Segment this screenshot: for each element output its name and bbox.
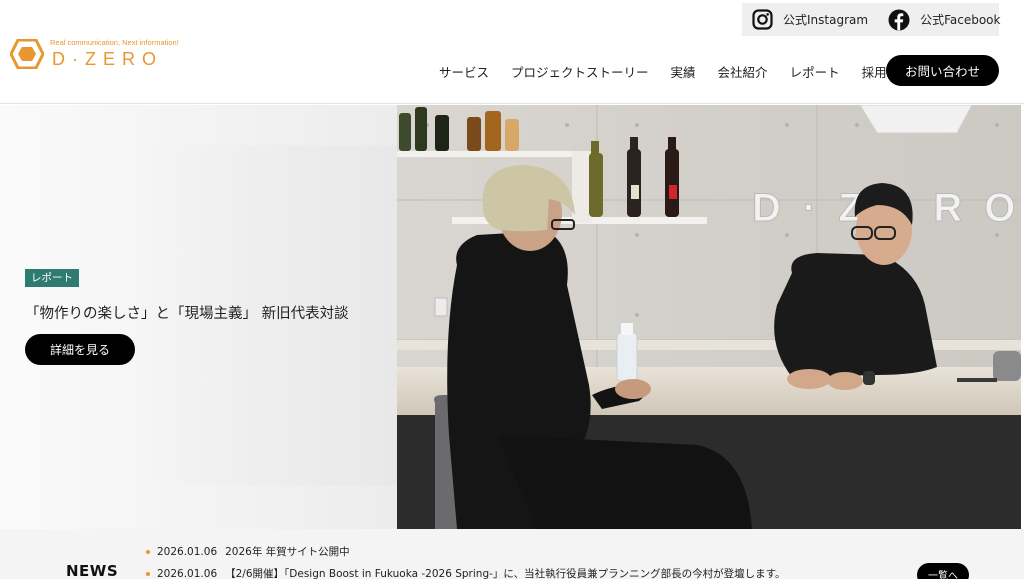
facebook-icon — [888, 9, 910, 30]
contact-button[interactable]: お問い合わせ — [886, 55, 999, 86]
news-text: 【2/6開催】「Design Boost in Fukuoka -2026 Sp… — [225, 568, 786, 579]
nav-item-project-story[interactable]: プロジェクトストーリー — [500, 62, 660, 81]
hero-photo[interactable]: D·ZERO — [397, 105, 1021, 529]
hero-slider: D·ZERO — [0, 105, 1024, 529]
logo[interactable]: Real communication, Next information! D·… — [10, 38, 190, 72]
hexagon-logo-icon — [10, 39, 44, 69]
main-nav: サービス プロジェクトストーリー 実績 会社紹介 レポート 採用情報 — [428, 56, 923, 86]
facebook-link[interactable]: 公式Facebook — [878, 3, 1010, 36]
news-date: 2026.01.06 — [157, 545, 218, 558]
instagram-icon — [752, 9, 773, 30]
nav-item-services[interactable]: サービス — [428, 62, 500, 81]
hero-title: 「物作りの楽しさ」と「現場主義」 新旧代表対談 — [25, 306, 349, 322]
social-links-bar: 公式Instagram 公式Facebook — [742, 3, 1000, 36]
interview-photo-illustration: D·ZERO — [397, 105, 1021, 529]
nav-item-company[interactable]: 会社紹介 — [707, 62, 779, 81]
site-header: Real communication, Next information! D·… — [0, 0, 1024, 104]
instagram-label: 公式Instagram — [783, 13, 869, 27]
news-heading: NEWS — [66, 562, 119, 579]
logo-tagline: Real communication, Next information! — [50, 38, 179, 47]
news-list-button[interactable]: 一覧へ — [917, 563, 969, 579]
logo-wordmark: D·ZERO — [52, 49, 163, 69]
facebook-label: 公式Facebook — [920, 13, 1001, 27]
page: Real communication, Next information! D·… — [0, 0, 1024, 579]
bullet-dot-icon — [146, 571, 150, 576]
bullet-dot-icon — [146, 549, 150, 554]
nav-item-works[interactable]: 実績 — [660, 62, 707, 81]
instagram-link[interactable]: 公式Instagram — [742, 3, 878, 36]
hero-category-badge: レポート — [25, 269, 79, 287]
hero-details-button[interactable]: 詳細を見る — [25, 334, 135, 365]
news-section: NEWS 2026.01.06 2026年 年賀サイト公開中 2026.01.0… — [0, 529, 1024, 579]
news-item[interactable]: 2026.01.06 2026年 年賀サイト公開中 — [146, 544, 350, 559]
nav-item-report[interactable]: レポート — [779, 62, 851, 81]
news-item[interactable]: 2026.01.06 【2/6開催】「Design Boost in Fukuo… — [146, 566, 786, 579]
news-date: 2026.01.06 — [157, 567, 218, 579]
news-text: 2026年 年賀サイト公開中 — [225, 546, 350, 558]
